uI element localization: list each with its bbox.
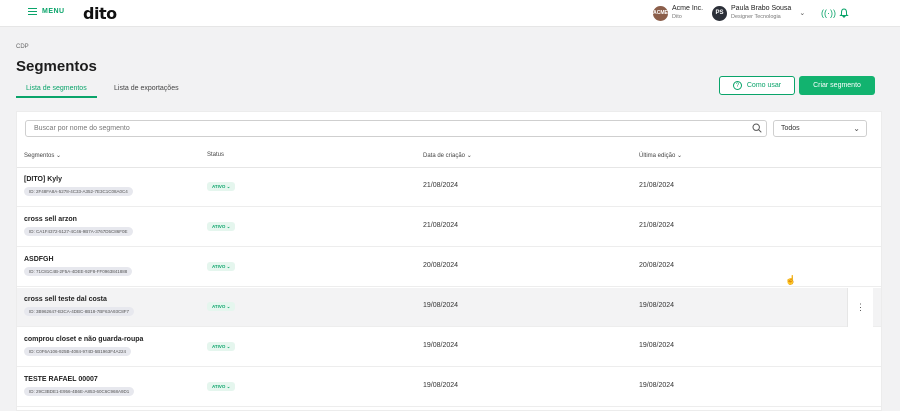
table-row[interactable]: TESTE RAFAEL 00007 ID: 29C3BDE1-E956-4B6… [17, 368, 881, 407]
table-row[interactable]: [DITO] Kyly ID: 2F48FA8A-5278-4C33-A352-… [17, 168, 881, 207]
user-role: Designer Tecnologia [731, 14, 781, 20]
column-header-segments[interactable]: Segmentos ⌄ [24, 152, 61, 159]
edited-date: 19/08/2024 [639, 302, 675, 309]
page-title: Segmentos [16, 58, 97, 75]
created-date: 20/08/2024 [423, 262, 459, 269]
org-avatar: ACME [653, 5, 668, 21]
tab-segment-list[interactable]: Lista de segmentos [16, 85, 97, 98]
menu-button[interactable]: MENU [28, 8, 65, 15]
status-badge[interactable]: ATIVO ⌄ [207, 382, 236, 391]
sort-icon: ⌄ [677, 153, 683, 159]
sort-icon: ⌄ [56, 153, 62, 159]
table-row[interactable]: ASDFGH ID: 71C81C4B-2F5A-4DEE-92F8-FF096… [17, 248, 881, 287]
status-badge[interactable]: ATIVO ⌄ [207, 182, 236, 191]
edited-date: 21/08/2024 [639, 182, 675, 189]
segment-id-badge: ID: 29C3BDE1-E956-4B6E-A853-60C6C968A9D1 [24, 387, 135, 396]
segment-name: [DITO] Kyly [24, 176, 62, 183]
created-date: 19/08/2024 [423, 302, 459, 309]
column-header-created[interactable]: Data de criação ⌄ [423, 152, 472, 159]
bell-icon[interactable] [839, 8, 849, 20]
user-menu[interactable]: PS Paula Brabo Sousa Designer Tecnologia… [712, 5, 805, 21]
segment-name: TESTE RAFAEL 00007 [24, 376, 98, 383]
org-sub: Dito [672, 14, 682, 20]
help-label: Como usar [746, 82, 782, 89]
segments-card: Buscar por nome do segmento Todos ⌄ Segm… [16, 111, 882, 411]
edited-date: 19/08/2024 [639, 342, 675, 349]
table-row[interactable]: cross sell arzon ID: CA1F4372-5127-4C46-… [17, 208, 881, 247]
help-button[interactable]: ? Como usar [719, 76, 795, 95]
segment-name: comprou closet e não guarda-roupa [24, 336, 144, 343]
edited-date: 19/08/2024 [639, 382, 675, 389]
dito-logo[interactable]: dito [83, 4, 117, 23]
created-date: 21/08/2024 [423, 222, 459, 229]
segment-id-badge: ID: 71C81C4B-2F5A-4DEE-92F8-FF0963841888 [24, 267, 133, 276]
hand-cursor-icon: ☝ [785, 275, 797, 285]
segment-id-badge: ID: C0F6A106-925B-4084-974D-5B1963F4A224 [24, 347, 132, 356]
user-name: Paula Brabo Sousa [731, 5, 792, 12]
status-filter-select[interactable]: Todos ⌄ [773, 120, 867, 137]
hamburger-icon [28, 8, 37, 15]
org-name: Acme Inc. [672, 5, 704, 12]
user-avatar: PS [712, 5, 727, 21]
segment-name: cross sell teste dal costa [24, 296, 107, 303]
table-row[interactable]: comprou closet e não guarda-roupa ID: C0… [17, 328, 881, 367]
created-date: 21/08/2024 [423, 182, 459, 189]
org-switcher[interactable]: ACME Acme Inc. Dito [653, 5, 703, 21]
search-input[interactable]: Buscar por nome do segmento [25, 120, 767, 137]
status-badge[interactable]: ATIVO ⌄ [207, 222, 236, 231]
status-badge[interactable]: ATIVO ⌄ [207, 342, 236, 351]
tab-export-list[interactable]: Lista de exportações [114, 85, 179, 96]
top-bar: MENU dito ACME Acme Inc. Dito PS Paula B… [0, 0, 900, 27]
created-date: 19/08/2024 [423, 342, 459, 349]
search-icon[interactable] [752, 123, 762, 133]
segment-id-badge: ID: 2F48FA8A-5278-4C33-A352-7E3C1C08A0C4 [24, 187, 133, 196]
column-header-edited[interactable]: Última edição ⌄ [639, 152, 682, 159]
segment-id-badge: ID: 3B962647-B3CA-4DBC-8B18-7BF63A93C8F7 [24, 307, 135, 316]
create-segment-button[interactable]: Criar segmento [799, 76, 875, 95]
edited-date: 20/08/2024 [639, 262, 675, 269]
sort-icon: ⌄ [466, 153, 472, 159]
table-row-hovered[interactable]: cross sell teste dal costa ID: 3B962647-… [17, 288, 881, 327]
status-badge[interactable]: ATIVO ⌄ [207, 302, 236, 311]
more-options-icon[interactable]: ⋮ [847, 288, 873, 327]
status-filter-value: Todos [781, 125, 800, 132]
segment-name: ASDFGH [24, 256, 54, 263]
question-icon: ? [732, 81, 742, 90]
segment-id-badge: ID: CA1F4372-5127-4C46-9B7A-3767D5C86F0E [24, 227, 133, 236]
created-date: 19/08/2024 [423, 382, 459, 389]
segment-name: cross sell arzon [24, 216, 77, 223]
breadcrumb[interactable]: CDP [16, 44, 29, 50]
search-placeholder: Buscar por nome do segmento [34, 125, 130, 132]
status-badge[interactable]: ATIVO ⌄ [207, 262, 236, 271]
broadcast-icon[interactable]: ((·)) [821, 8, 836, 18]
edited-date: 21/08/2024 [639, 222, 675, 229]
chevron-down-icon: ⌄ [853, 124, 860, 133]
menu-label: MENU [42, 8, 65, 15]
chevron-down-icon: ⌄ [799, 10, 806, 17]
column-header-status: Status [207, 152, 225, 158]
